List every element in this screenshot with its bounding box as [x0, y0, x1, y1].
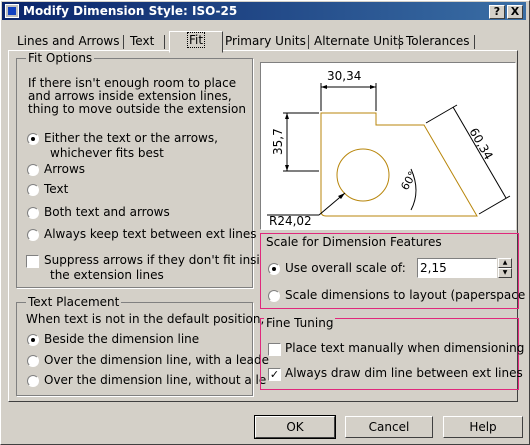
- spin-up-button[interactable]: ▲: [498, 258, 512, 268]
- text-placement-title: Text Placement: [26, 295, 122, 309]
- dim-top-label: 30,34: [327, 69, 361, 83]
- over-with-leader-radio[interactable]: [27, 355, 39, 367]
- suppress-arrows-label-line2[interactable]: the extension lines: [50, 268, 164, 282]
- suppress-arrows-checkbox[interactable]: [26, 255, 39, 268]
- help-title-button[interactable]: ?: [489, 5, 505, 19]
- dimension-preview: 30,34 35,7 60,34 60° R24,02: [260, 62, 516, 230]
- title-bar[interactable]: Modify Dimension Style: ISO-25 ? X: [2, 2, 526, 20]
- ok-button[interactable]: OK: [254, 415, 336, 439]
- over-without-leader-label[interactable]: Over the dimension line, without a le: [44, 373, 266, 387]
- fit-either-label[interactable]: Either the text or the arrows,: [44, 131, 218, 145]
- fit-options-title: Fit Options: [26, 51, 95, 65]
- fit-description-line: If there isn't enough room to place: [28, 76, 237, 90]
- use-overall-scale-label[interactable]: Use overall scale of:: [285, 261, 406, 275]
- fit-either-radio[interactable]: [27, 133, 39, 145]
- fit-keep-text-label[interactable]: Always keep text between ext lines: [44, 227, 257, 241]
- tab-fit-label: Fit: [186, 32, 206, 48]
- tab-separator: [308, 35, 309, 49]
- preview-drawing: 30,34 35,7 60,34 60° R24,02: [267, 69, 511, 228]
- tab-primary-units[interactable]: Primary Units: [223, 33, 308, 51]
- tab-tolerances[interactable]: Tolerances: [404, 33, 471, 51]
- close-title-button[interactable]: X: [507, 5, 523, 19]
- place-text-manually-checkbox[interactable]: [268, 343, 281, 356]
- fine-tuning-title: Fine Tuning: [264, 316, 336, 330]
- fit-both-label[interactable]: Both text and arrows: [44, 205, 170, 219]
- fit-arrows-radio[interactable]: [27, 164, 39, 176]
- over-without-leader-radio[interactable]: [27, 375, 39, 387]
- tab-separator: [123, 35, 124, 49]
- tab-lines-and-arrows[interactable]: Lines and Arrows: [15, 33, 121, 51]
- fit-text-label[interactable]: Text: [44, 182, 68, 196]
- use-overall-scale-radio[interactable]: [268, 263, 280, 275]
- fit-either-label-line2[interactable]: whichever fits best: [50, 146, 164, 160]
- place-text-manually-label[interactable]: Place text manually when dimensioning: [285, 341, 524, 355]
- scale-to-layout-radio[interactable]: [268, 290, 280, 302]
- fit-text-radio[interactable]: [27, 184, 39, 196]
- help-button[interactable]: Help: [443, 416, 523, 438]
- scale-to-layout-label[interactable]: Scale dimensions to layout (paperspace: [285, 288, 525, 302]
- suppress-arrows-label[interactable]: Suppress arrows if they don't fit insi: [44, 253, 260, 267]
- tab-alternate-units[interactable]: Alternate Units: [312, 33, 406, 51]
- beside-dim-line-label[interactable]: Beside the dimension line: [44, 332, 199, 346]
- window-title: Modify Dimension Style: ISO-25: [23, 4, 238, 18]
- tab-separator: [399, 35, 400, 49]
- beside-dim-line-radio[interactable]: [27, 334, 39, 346]
- always-draw-dim-line-checkbox[interactable]: ✓: [268, 368, 281, 381]
- always-draw-dim-line-label[interactable]: Always draw dim line between ext lines: [285, 366, 523, 380]
- scale-title: Scale for Dimension Features: [264, 235, 444, 249]
- app-icon: [5, 4, 19, 18]
- cancel-button[interactable]: Cancel: [345, 416, 433, 438]
- tab-separator: [164, 35, 165, 49]
- fit-keep-text-radio[interactable]: [27, 229, 39, 241]
- spin-down-button[interactable]: ▼: [498, 268, 512, 278]
- tab-text[interactable]: Text: [128, 33, 156, 51]
- text-placement-description: When text is not in the default position…: [26, 312, 265, 326]
- overall-scale-input[interactable]: 2,15: [417, 258, 497, 278]
- fit-description-line: thing to move outside the extension: [28, 102, 246, 116]
- fit-arrows-label[interactable]: Arrows: [44, 162, 85, 176]
- dim-radius-label: R24,02: [269, 214, 312, 228]
- dim-right-label: 60,34: [466, 126, 495, 163]
- tab-fit[interactable]: Fit: [169, 31, 223, 53]
- part-outline: [320, 112, 478, 217]
- fit-description-line: and arrows inside extension lines,: [28, 89, 232, 103]
- fit-both-radio[interactable]: [27, 207, 39, 219]
- over-with-leader-label[interactable]: Over the dimension line, with a leade: [44, 353, 269, 367]
- tab-separator: [474, 35, 475, 49]
- dim-left-label: 35,7: [271, 128, 285, 155]
